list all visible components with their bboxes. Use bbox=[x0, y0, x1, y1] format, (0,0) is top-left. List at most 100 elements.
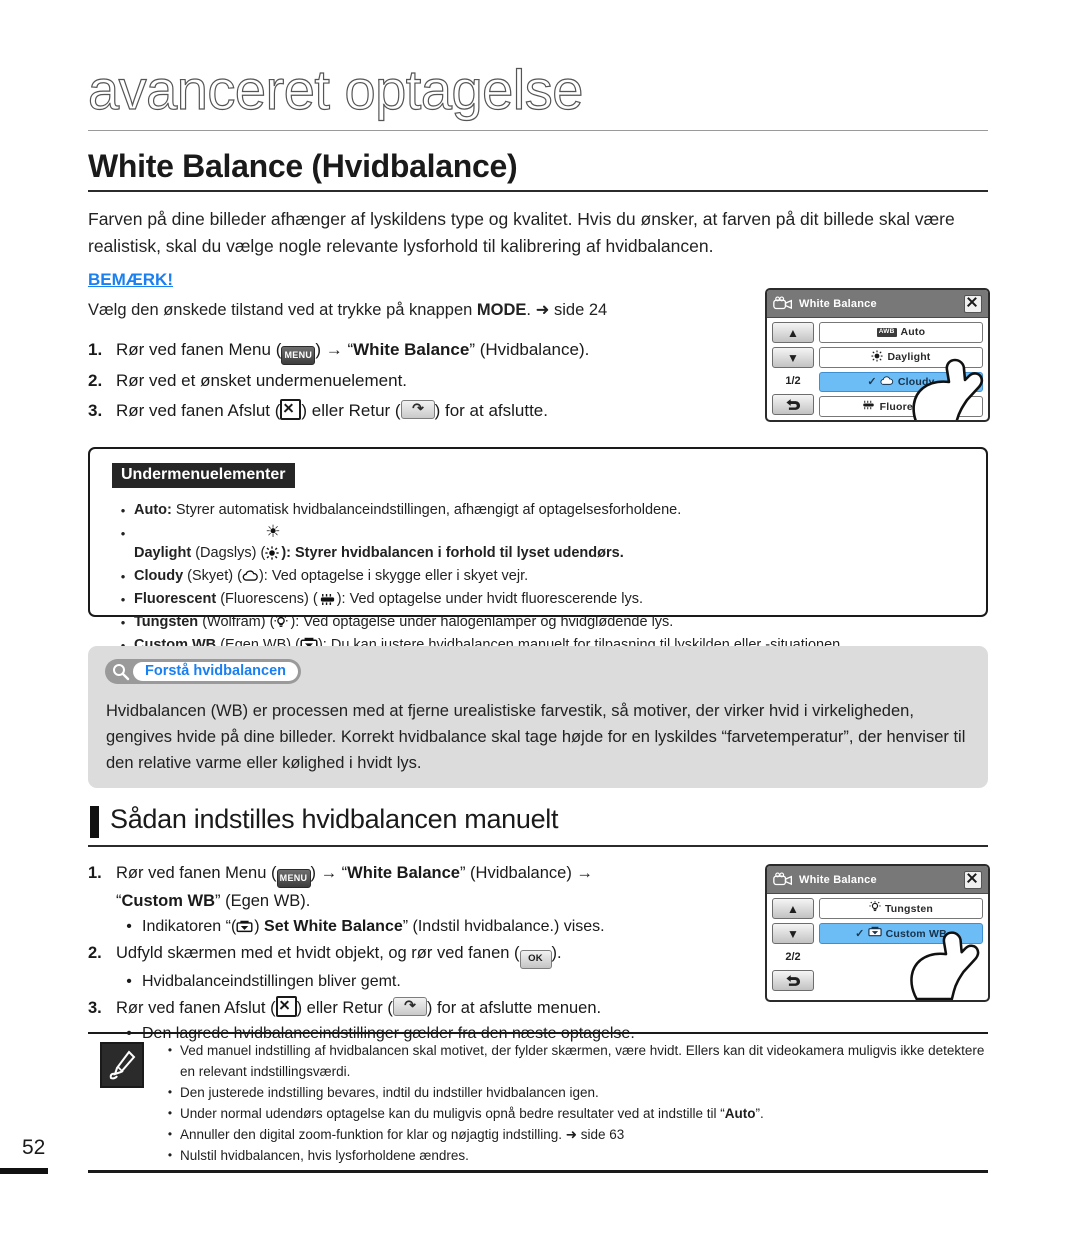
lcd-item-auto[interactable]: AWB Auto bbox=[819, 322, 983, 343]
submenu-item-paren: (Wolfram) ( bbox=[198, 614, 275, 630]
lcd-item-label: Fluorescent bbox=[879, 400, 942, 413]
note-item: • Ved manuel indstilling af hvidbalancen… bbox=[160, 1040, 988, 1082]
lcd-item-fluorescent[interactable]: Fluorescent bbox=[819, 396, 983, 417]
note-pen-icon bbox=[100, 1042, 144, 1088]
lcd-item-label: Daylight bbox=[887, 351, 931, 364]
note-item-text: Under normal udendørs optagelse kan du m… bbox=[180, 1103, 764, 1124]
lcd-item-cloudy[interactable]: ✓ Cloudy bbox=[819, 371, 983, 393]
submenu-item-desc: ): Ved optagelse i skygge eller i skyet … bbox=[258, 568, 529, 584]
bullet: • bbox=[120, 526, 126, 541]
lcd-title: White Balance bbox=[799, 873, 877, 886]
scroll-up-button[interactable]: ▲ bbox=[772, 898, 814, 919]
submenu-banner: Undermenuelementer bbox=[112, 463, 295, 488]
note-item-text: Annuller den digital zoom-funktion for k… bbox=[180, 1127, 625, 1142]
close-icon[interactable] bbox=[964, 294, 982, 313]
submenu-item-label: Fluorescent bbox=[134, 591, 217, 607]
lcd-item-tungsten[interactable]: Tungsten bbox=[819, 898, 983, 919]
step-pre: Rør ved fanen Afslut ( bbox=[116, 999, 276, 1017]
submenu-item-text: Tungsten (Wolfram) (): Ved optagelse und… bbox=[134, 611, 673, 634]
note-text-before: Vælg den ønskede tilstand ved at trykke … bbox=[88, 301, 477, 319]
return-icon bbox=[392, 997, 427, 1016]
submenu-item-desc: ): Ved optagelse under halogenlamper og … bbox=[290, 614, 674, 630]
submenu-item-tungsten: • Tungsten (Wolfram) (): Ved optagelse u… bbox=[112, 611, 968, 634]
bullet: • bbox=[120, 615, 126, 630]
page-number-rule bbox=[0, 1168, 48, 1174]
bullet: • bbox=[167, 1127, 173, 1141]
manual-step-1-sub: • Indikatoren “() Set White Balance” (In… bbox=[116, 914, 748, 940]
submenu-item-desc: ): Styrer hvidbalancen i forhold til lys… bbox=[281, 545, 624, 561]
note-item-text: Nulstil hvidbalancen, hvis lysforholdene… bbox=[180, 1148, 469, 1163]
note-bold: Auto bbox=[724, 1106, 756, 1121]
footer-rule bbox=[88, 1170, 988, 1173]
step-number: 2. bbox=[88, 371, 103, 390]
step-bold: White Balance bbox=[353, 340, 470, 359]
info-badge-pill: Forstå hvidbalancen bbox=[133, 662, 299, 681]
submenu-item-paren: (Skyet) ( bbox=[183, 568, 242, 584]
step-number: 1. bbox=[88, 864, 102, 882]
submenu-item-text: Cloudy (Skyet) ( ): Ved optagelse i skygg… bbox=[134, 565, 528, 588]
step-text: Rør ved fanen Menu (MENU) → “White Balan… bbox=[116, 336, 728, 365]
step-bold: White Balance bbox=[347, 864, 460, 882]
cloud-icon bbox=[242, 569, 259, 583]
chapter-rule bbox=[88, 130, 988, 131]
lcd-item-custom-wb[interactable]: ✓ Custom WB bbox=[819, 923, 983, 944]
step-post: ” (Hvidbalance). bbox=[469, 340, 590, 359]
step-mid: ) eller Retur ( bbox=[296, 999, 393, 1017]
page-title: White Balance (Hvidbalance) bbox=[88, 148, 518, 184]
return-button[interactable] bbox=[772, 394, 814, 415]
step-number: 3. bbox=[88, 401, 103, 420]
submenu-item-paren: (Fluorescens) ( bbox=[216, 591, 318, 607]
step-pre: Rør ved fanen Afslut ( bbox=[116, 401, 281, 420]
lcd-body: ▲ ▼ 2/2 Tungsten ✓ Custom WB bbox=[767, 894, 988, 1000]
lcd-item-daylight[interactable]: Daylight bbox=[819, 346, 983, 368]
lcd-item-label: Tungsten bbox=[884, 902, 934, 915]
step-mid: ) → “ bbox=[310, 864, 348, 882]
note-link[interactable]: BEMÆRK! bbox=[88, 270, 173, 290]
note-text-after: . ➜ side 24 bbox=[526, 301, 608, 319]
note-item: • Annuller den digital zoom-funktion for… bbox=[160, 1124, 988, 1145]
submenu-item-label: Daylight bbox=[134, 545, 192, 561]
bullet: • bbox=[167, 1085, 173, 1099]
step-number: 1. bbox=[88, 340, 103, 359]
bullet: • bbox=[120, 569, 126, 584]
notes-divider bbox=[88, 1032, 988, 1034]
sub-mid: ) bbox=[254, 918, 265, 935]
section-rule bbox=[88, 190, 988, 192]
lcd-menu-list: AWB Auto Daylight ✓ Cloudy Fluorescent bbox=[819, 322, 984, 420]
custom-wb-icon bbox=[236, 917, 254, 933]
step-text: Rør ved et ønsket undermenuelement. bbox=[116, 371, 408, 390]
cloud-icon bbox=[880, 375, 894, 389]
step-mid: ) → “ bbox=[315, 340, 354, 359]
step-line2-bold: Custom WB bbox=[121, 892, 216, 910]
step-line2-post: ” (Egen WB). bbox=[215, 892, 311, 910]
step-number: 2. bbox=[88, 944, 102, 962]
bullet: • bbox=[167, 1106, 173, 1120]
note-post: ”. bbox=[755, 1106, 764, 1121]
sub-bullet-text: Hvidbalanceindstillingen bliver gemt. bbox=[142, 973, 401, 990]
notes-list: • Ved manuel indstilling af hvidbalancen… bbox=[160, 1040, 988, 1166]
scroll-down-button[interactable]: ▼ bbox=[772, 347, 814, 368]
submenu-item-fluorescent: • Fluorescent (Fluorescens) (): Ved opta… bbox=[112, 588, 968, 611]
bullet: • bbox=[120, 592, 126, 607]
scroll-down-button[interactable]: ▼ bbox=[772, 923, 814, 944]
info-badge: Forstå hvidbalancen bbox=[105, 659, 302, 684]
sub-pre: Indikatoren “( bbox=[142, 918, 237, 935]
lcd-sidebar: ▲ ▼ 1/2 bbox=[772, 322, 814, 417]
manual-step-2: 2. Udfyld skærmen med et hvidt objekt, o… bbox=[88, 940, 748, 995]
awb-icon: AWB bbox=[876, 328, 897, 337]
submenu-item-label: Cloudy bbox=[134, 568, 184, 584]
subsection-heading: Sådan indstilles hvidbalancen manuelt bbox=[110, 804, 559, 834]
mode-label: MODE bbox=[476, 301, 527, 319]
sun-icon bbox=[265, 522, 281, 560]
note-link-text: Vælg den ønskede tilstand ved at trykke … bbox=[88, 298, 728, 322]
page-indicator: 2/2 bbox=[785, 951, 801, 963]
return-button[interactable] bbox=[772, 970, 814, 991]
step-text: Rør ved fanen Menu (MENU) → “White Balan… bbox=[116, 860, 748, 940]
step-post: ). bbox=[551, 944, 562, 962]
close-icon[interactable] bbox=[964, 870, 982, 889]
tungsten-icon bbox=[869, 901, 881, 916]
page-indicator: 1/2 bbox=[785, 375, 801, 387]
submenu-item-text: Fluorescent (Fluorescens) (): Ved optage… bbox=[134, 588, 643, 611]
scroll-up-button[interactable]: ▲ bbox=[772, 322, 814, 343]
close-icon bbox=[275, 996, 297, 1017]
